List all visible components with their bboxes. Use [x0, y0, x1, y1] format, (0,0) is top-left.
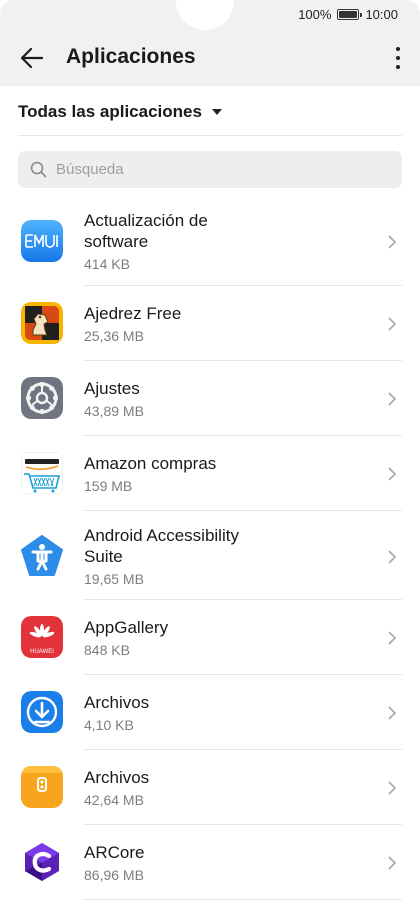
- app-size: 4,10 KB: [84, 717, 134, 733]
- app-name: Ajedrez Free: [84, 304, 182, 323]
- app-list-item[interactable]: Archivos 42,64 MB: [0, 750, 420, 825]
- chevron-right-icon: [388, 706, 397, 720]
- battery-percent: 100%: [298, 7, 332, 22]
- app-list-item[interactable]: Ajustes 43,89 MB: [0, 361, 420, 436]
- app-size: 414 KB: [84, 256, 130, 272]
- app-size: 42,64 MB: [84, 792, 144, 808]
- app-size: 19,65 MB: [84, 571, 144, 587]
- app-size: 159 MB: [84, 478, 133, 494]
- chevron-right-icon: [388, 467, 397, 481]
- clock: 10:00: [365, 7, 398, 22]
- app-name: ARCore: [84, 843, 145, 862]
- app-size: 848 KB: [84, 642, 130, 658]
- chevron-right-icon: [388, 392, 397, 406]
- app-name: Ajustes: [84, 379, 140, 398]
- status-indicators: 100% 10:00: [298, 7, 398, 22]
- settings-gear-icon: [21, 377, 63, 419]
- camera-notch: [176, 0, 234, 30]
- more-vertical-icon: [396, 47, 400, 51]
- app-bar: Aplicaciones: [0, 30, 420, 86]
- screen-corner: [406, 0, 420, 14]
- accessibility-icon: [21, 535, 63, 577]
- arcore-icon: [21, 841, 63, 883]
- caret-down-icon: [211, 108, 222, 115]
- filter-label: Todas las aplicaciones: [18, 101, 202, 121]
- app-filter-dropdown[interactable]: Todas las aplicaciones: [18, 88, 402, 136]
- app-size: 43,89 MB: [84, 403, 144, 419]
- app-name: Android Accessibility: [84, 526, 239, 545]
- arrow-left-icon: [20, 47, 44, 69]
- chevron-right-icon: [388, 781, 397, 795]
- files-folder-icon: [21, 766, 63, 808]
- download-files-icon: [21, 691, 63, 733]
- app-list-item[interactable]: ARCore 86,96 MB: [0, 825, 420, 900]
- battery-level: [339, 11, 358, 18]
- app-name: Amazon compras: [84, 454, 217, 473]
- app-name: Archivos: [84, 768, 150, 787]
- app-name: Archivos: [84, 693, 150, 712]
- app-name: AppGallery: [84, 618, 169, 637]
- status-bar: 100% 10:00: [0, 0, 420, 30]
- screen-corner: [0, 0, 14, 14]
- chevron-right-icon: [388, 550, 397, 564]
- app-list-item[interactable]: Android Accessibility Suite 19,65 MB: [0, 511, 420, 600]
- battery-icon: [337, 9, 363, 20]
- app-size: 86,96 MB: [84, 867, 144, 883]
- app-name: software: [84, 232, 149, 251]
- search-bar[interactable]: [18, 151, 402, 188]
- chevron-right-icon: [388, 856, 397, 870]
- chevron-right-icon: [388, 631, 397, 645]
- app-list-item[interactable]: Archivos 4,10 KB: [0, 675, 420, 750]
- huawei-wordmark: HUAWEI: [30, 649, 54, 655]
- app-name: Suite: [84, 547, 123, 566]
- app-list-item[interactable]: Amazon compras 159 MB: [0, 436, 420, 511]
- amazon-cart-icon: [21, 452, 63, 494]
- app-list-item[interactable]: HUAWEI AppGallery 848 KB: [0, 600, 420, 675]
- chevron-right-icon: [388, 235, 397, 249]
- app-list-item[interactable]: Ajedrez Free 25,36 MB: [0, 286, 420, 361]
- app-name: Actualización de: [84, 211, 208, 230]
- page-title: Aplicaciones: [66, 45, 196, 68]
- search-input[interactable]: [56, 161, 386, 178]
- app-list: Actualización de software 414 KB Ajedrez…: [0, 196, 420, 900]
- chess-icon: [21, 302, 63, 344]
- search-icon: [30, 161, 47, 178]
- emui-icon: [21, 220, 63, 262]
- chevron-right-icon: [388, 317, 397, 331]
- app-size: 25,36 MB: [84, 328, 144, 344]
- app-list-item[interactable]: Actualización de software 414 KB: [0, 196, 420, 286]
- back-button[interactable]: [18, 44, 46, 72]
- appgallery-icon: HUAWEI: [21, 616, 63, 658]
- more-options-button[interactable]: [390, 42, 406, 74]
